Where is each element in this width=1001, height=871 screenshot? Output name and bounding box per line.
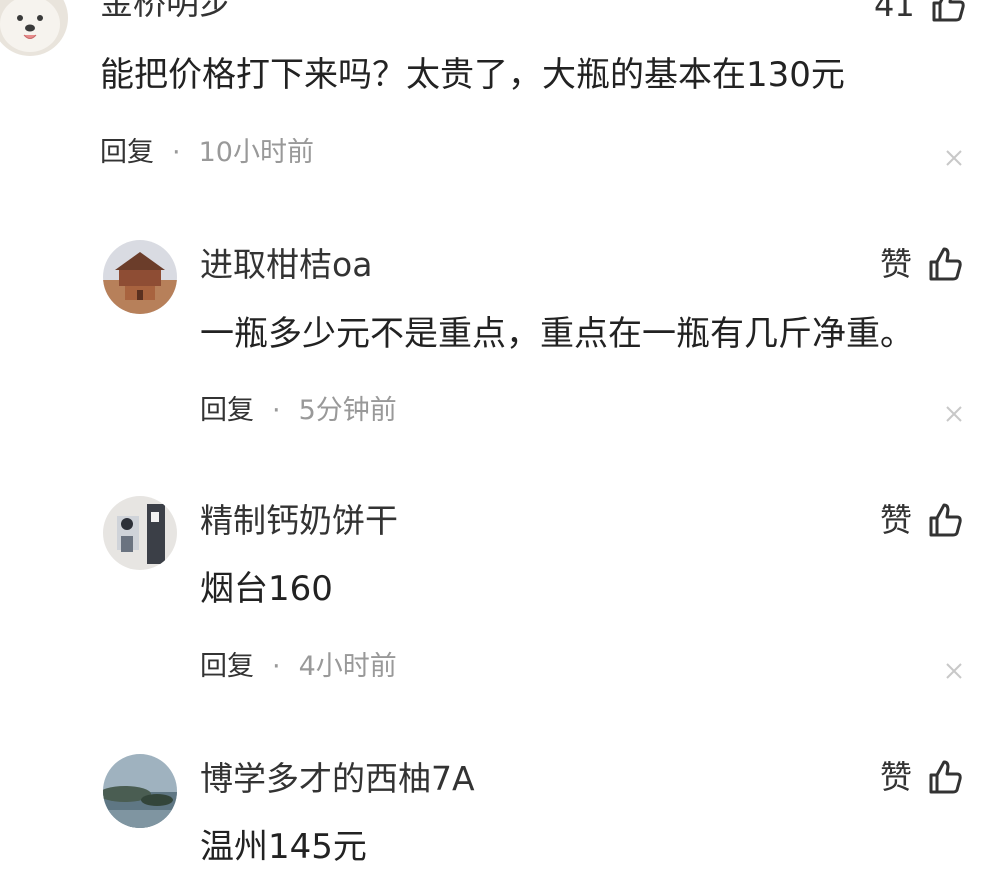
reply-button[interactable]: 回复 [100, 137, 154, 168]
reply-time: 5分钟前 [298, 395, 397, 426]
like-label: 赞 [880, 245, 913, 283]
close-icon[interactable] [944, 148, 964, 168]
reply-username[interactable]: 精制钙奶饼干 [200, 504, 398, 537]
reply-username[interactable]: 进取柑桔oa [200, 248, 372, 281]
reply-button[interactable]: 回复 [200, 651, 254, 682]
landscape-avatar-image [103, 754, 177, 828]
thumbs-up-icon [929, 247, 962, 281]
building-avatar-image [103, 240, 177, 314]
reply-content: 一瓶多少元不是重点，重点在一瓶有几斤净重。 [200, 314, 914, 354]
reply-username[interactable]: 博学多才的西柚7A [200, 762, 475, 795]
separator-dot: · [272, 395, 281, 426]
comment-item: 金桥明步 41 能把价格打下来吗？太贵了，大瓶的基本在130元 回复 · 10小时前 [0, 0, 1001, 200]
separator-dot: · [172, 137, 181, 168]
comment-meta: 回复 · 10小时前 [100, 139, 314, 166]
like-button[interactable]: 赞 [880, 501, 964, 539]
comment-time: 10小时前 [198, 137, 314, 168]
comment-username[interactable]: 金桥明步 [100, 0, 232, 19]
like-label: 赞 [880, 758, 913, 796]
close-icon[interactable] [944, 404, 964, 424]
comment-content: 能把价格打下来吗？太贵了，大瓶的基本在130元 [100, 55, 845, 95]
reply-time: 4小时前 [298, 651, 397, 682]
reply-meta: 回复 · 5分钟前 [200, 397, 397, 424]
thumbs-up-icon [929, 760, 962, 794]
thumbs-up-icon [932, 0, 965, 22]
like-button[interactable]: 41 [874, 0, 967, 24]
reply-meta: 回复 · 4小时前 [200, 653, 397, 680]
like-button[interactable]: 赞 [880, 245, 964, 283]
reply-button[interactable]: 回复 [200, 395, 254, 426]
avatar[interactable] [103, 754, 177, 828]
reply-content: 烟台160 [200, 569, 333, 609]
close-icon[interactable] [944, 661, 964, 681]
avatar[interactable] [103, 496, 177, 570]
dog-avatar-image [0, 0, 68, 56]
like-label: 赞 [880, 501, 913, 539]
like-button[interactable]: 赞 [880, 758, 964, 796]
figure-avatar-image [103, 496, 177, 570]
avatar[interactable] [0, 0, 68, 56]
avatar[interactable] [103, 240, 177, 314]
separator-dot: · [272, 651, 281, 682]
thumbs-up-icon [929, 503, 962, 537]
like-count: 41 [874, 0, 915, 24]
reply-content: 温州145元 [200, 827, 367, 867]
